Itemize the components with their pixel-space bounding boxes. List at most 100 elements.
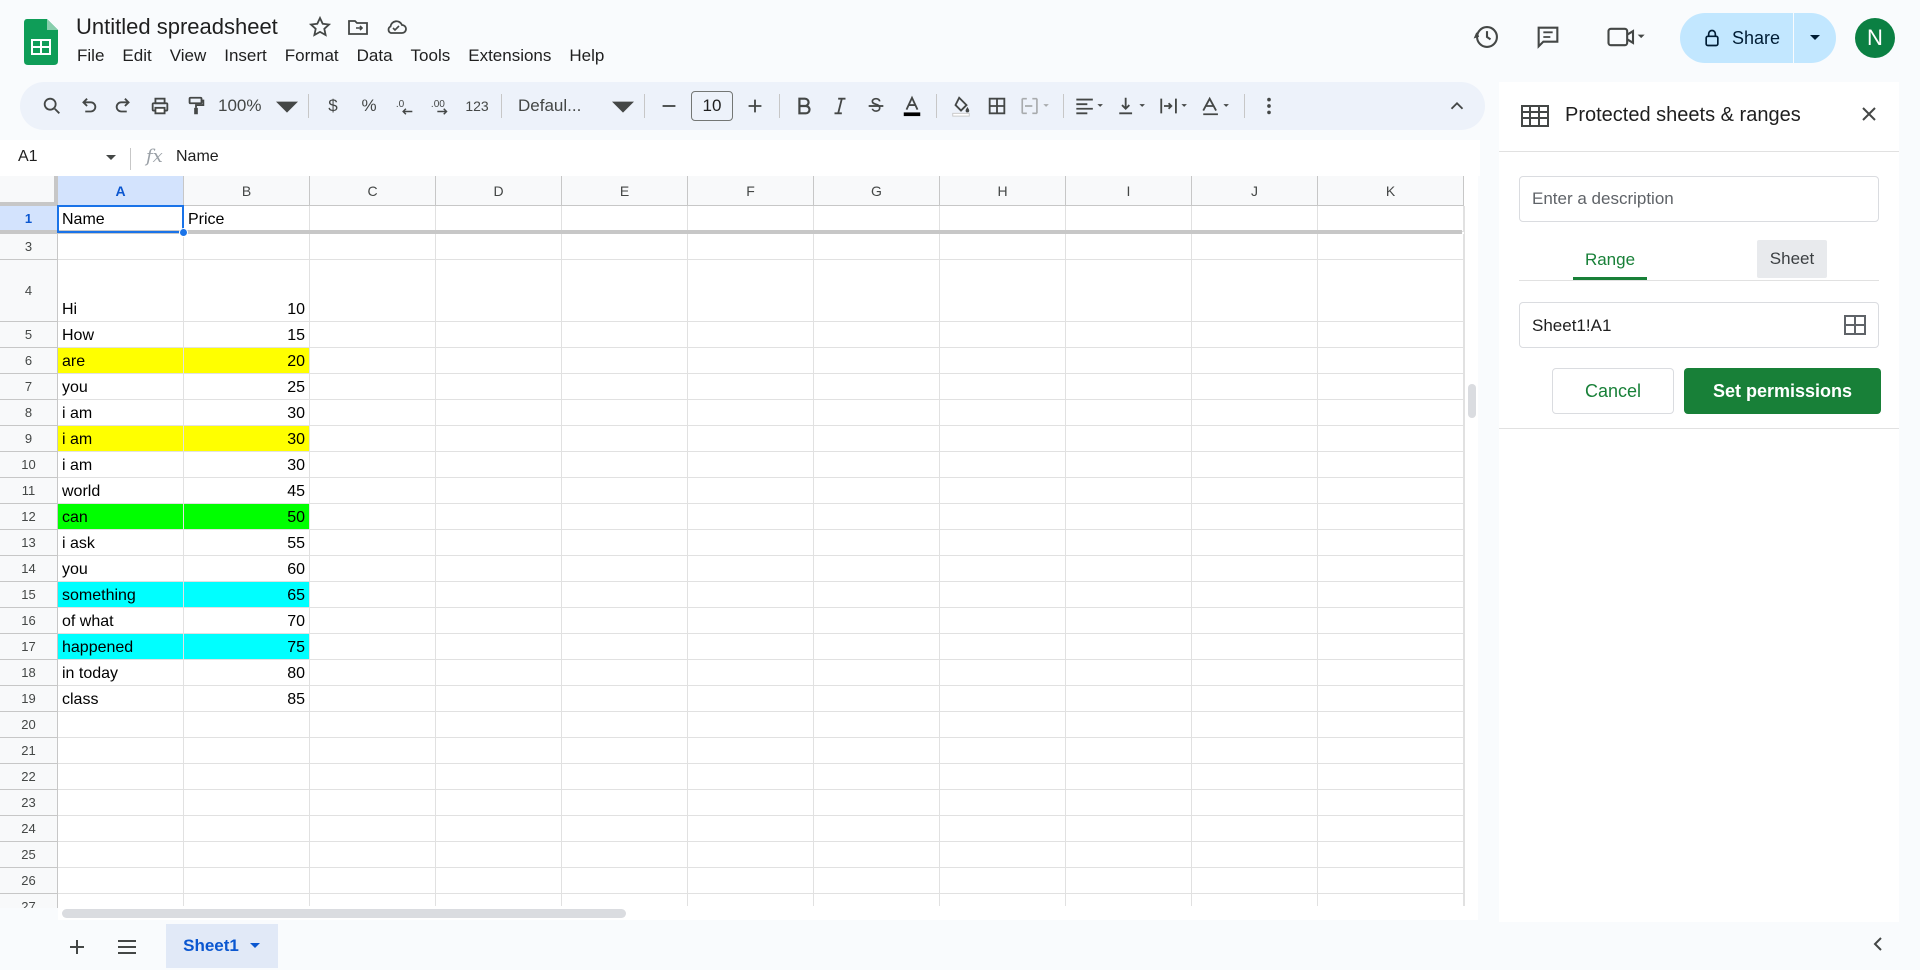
cell-g24[interactable] <box>814 816 940 842</box>
cell-d22[interactable] <box>436 764 562 790</box>
row-header-3[interactable]: 3 <box>0 234 58 260</box>
row-header-22[interactable]: 22 <box>0 764 58 790</box>
cell-h1[interactable] <box>940 206 1066 232</box>
cell-d1[interactable] <box>436 206 562 232</box>
text-color-icon[interactable] <box>894 88 930 124</box>
cell-i11[interactable] <box>1066 478 1192 504</box>
cell-b24[interactable] <box>184 816 310 842</box>
cell-d20[interactable] <box>436 712 562 738</box>
cell-c3[interactable] <box>310 234 436 260</box>
cell-d23[interactable] <box>436 790 562 816</box>
cell-c4[interactable] <box>310 260 436 322</box>
cell-a17[interactable]: happened <box>58 634 184 660</box>
cell-a3[interactable] <box>58 234 184 260</box>
cell-i16[interactable] <box>1066 608 1192 634</box>
cell-c10[interactable] <box>310 452 436 478</box>
row-header-10[interactable]: 10 <box>0 452 58 478</box>
cell-e10[interactable] <box>562 452 688 478</box>
cell-i14[interactable] <box>1066 556 1192 582</box>
cell-f18[interactable] <box>688 660 814 686</box>
cell-b14[interactable]: 60 <box>184 556 310 582</box>
hide-menus-chevron-up-icon[interactable] <box>1439 88 1475 124</box>
font-size-input[interactable]: 10 <box>691 91 733 121</box>
cell-b23[interactable] <box>184 790 310 816</box>
cell-d17[interactable] <box>436 634 562 660</box>
cell-k11[interactable] <box>1318 478 1464 504</box>
merge-cells-icon[interactable] <box>1015 88 1057 124</box>
sheet-tab-sheet1[interactable]: Sheet1 <box>166 924 278 968</box>
cell-d26[interactable] <box>436 868 562 894</box>
cell-g13[interactable] <box>814 530 940 556</box>
cell-d19[interactable] <box>436 686 562 712</box>
cell-a18[interactable]: in today <box>58 660 184 686</box>
cell-b26[interactable] <box>184 868 310 894</box>
column-header-a[interactable]: A <box>58 176 184 206</box>
cell-i17[interactable] <box>1066 634 1192 660</box>
cell-a14[interactable]: you <box>58 556 184 582</box>
cell-g6[interactable] <box>814 348 940 374</box>
cell-a26[interactable] <box>58 868 184 894</box>
cell-i18[interactable] <box>1066 660 1192 686</box>
cell-c9[interactable] <box>310 426 436 452</box>
cell-e9[interactable] <box>562 426 688 452</box>
cell-e25[interactable] <box>562 842 688 868</box>
cell-i8[interactable] <box>1066 400 1192 426</box>
cell-e21[interactable] <box>562 738 688 764</box>
cell-h26[interactable] <box>940 868 1066 894</box>
cell-f19[interactable] <box>688 686 814 712</box>
cell-a7[interactable]: you <box>58 374 184 400</box>
cell-e3[interactable] <box>562 234 688 260</box>
cell-d15[interactable] <box>436 582 562 608</box>
cell-e4[interactable] <box>562 260 688 322</box>
cell-c22[interactable] <box>310 764 436 790</box>
cell-i5[interactable] <box>1066 322 1192 348</box>
cancel-button[interactable]: Cancel <box>1552 368 1674 414</box>
cell-k16[interactable] <box>1318 608 1464 634</box>
print-icon[interactable] <box>142 88 178 124</box>
cell-k25[interactable] <box>1318 842 1464 868</box>
cell-i21[interactable] <box>1066 738 1192 764</box>
cell-h11[interactable] <box>940 478 1066 504</box>
menu-insert[interactable]: Insert <box>215 46 276 66</box>
cell-k19[interactable] <box>1318 686 1464 712</box>
row-header-8[interactable]: 8 <box>0 400 58 426</box>
decrease-decimal-icon[interactable]: .0 <box>387 88 423 124</box>
cell-k18[interactable] <box>1318 660 1464 686</box>
cell-c24[interactable] <box>310 816 436 842</box>
cell-f16[interactable] <box>688 608 814 634</box>
cell-j3[interactable] <box>1192 234 1318 260</box>
cell-e17[interactable] <box>562 634 688 660</box>
cell-h9[interactable] <box>940 426 1066 452</box>
cell-f5[interactable] <box>688 322 814 348</box>
cell-c25[interactable] <box>310 842 436 868</box>
cloud-saved-icon[interactable] <box>384 15 408 44</box>
cell-c7[interactable] <box>310 374 436 400</box>
cell-b8[interactable]: 30 <box>184 400 310 426</box>
cell-j6[interactable] <box>1192 348 1318 374</box>
cell-g15[interactable] <box>814 582 940 608</box>
cell-b13[interactable]: 55 <box>184 530 310 556</box>
cell-h13[interactable] <box>940 530 1066 556</box>
row-header-1[interactable]: 1 <box>0 206 58 232</box>
vertical-scroll-thumb[interactable] <box>1468 384 1476 418</box>
cell-f7[interactable] <box>688 374 814 400</box>
cell-e22[interactable] <box>562 764 688 790</box>
cell-a13[interactable]: i ask <box>58 530 184 556</box>
cell-c14[interactable] <box>310 556 436 582</box>
cell-a9[interactable]: i am <box>58 426 184 452</box>
cell-h14[interactable] <box>940 556 1066 582</box>
cell-d6[interactable] <box>436 348 562 374</box>
cell-e19[interactable] <box>562 686 688 712</box>
cell-i24[interactable] <box>1066 816 1192 842</box>
cell-h7[interactable] <box>940 374 1066 400</box>
cell-f22[interactable] <box>688 764 814 790</box>
cell-c11[interactable] <box>310 478 436 504</box>
cell-f4[interactable] <box>688 260 814 322</box>
cell-g4[interactable] <box>814 260 940 322</box>
add-sheet-icon[interactable] <box>62 932 92 962</box>
cell-d18[interactable] <box>436 660 562 686</box>
undo-icon[interactable] <box>70 88 106 124</box>
cell-i13[interactable] <box>1066 530 1192 556</box>
cell-f24[interactable] <box>688 816 814 842</box>
tab-sheet[interactable]: Sheet <box>1757 240 1827 278</box>
